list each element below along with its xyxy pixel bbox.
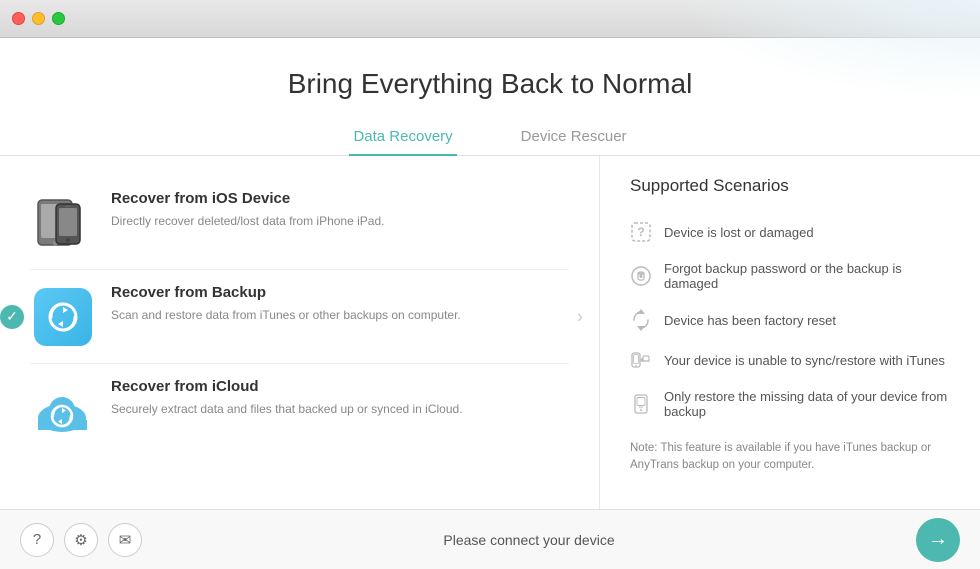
scenarios-title: Supported Scenarios — [630, 176, 950, 196]
option-backup[interactable]: ✓ Recover from Backup — [30, 270, 569, 364]
question-box-icon: ? — [630, 221, 652, 243]
tabs-container: Data Recovery Device Rescuer — [0, 120, 980, 156]
icloud-option-title: Recover from iCloud — [111, 378, 569, 395]
title-bar — [0, 0, 980, 38]
help-icon: ? — [33, 531, 41, 548]
icloud-icon — [30, 378, 95, 443]
selected-arrow: › — [577, 306, 583, 327]
body-section: Recover from iOS Device Directly recover… — [0, 156, 980, 509]
sync-icon — [630, 349, 652, 371]
minimize-button[interactable] — [32, 12, 45, 25]
option-icloud[interactable]: Recover from iCloud Securely extract dat… — [30, 364, 569, 457]
scenario-factory-text: Device has been factory reset — [664, 313, 836, 328]
tab-data-recovery[interactable]: Data Recovery — [349, 120, 456, 155]
lock-circle-icon — [630, 265, 652, 287]
scenario-lost-text: Device is lost or damaged — [664, 225, 814, 240]
reset-circle-icon — [630, 309, 652, 331]
right-panel: Supported Scenarios ? Device is lost or … — [600, 156, 980, 509]
backup-icon — [30, 284, 95, 349]
device-box-icon — [630, 393, 652, 415]
settings-button[interactable]: ⚙ — [64, 523, 98, 557]
footer-status: Please connect your device — [142, 532, 916, 548]
main-title: Bring Everything Back to Normal — [0, 68, 980, 100]
backup-option-text: Recover from Backup Scan and restore dat… — [111, 284, 569, 324]
footer: ? ⚙ ✉ Please connect your device → — [0, 509, 980, 569]
option-ios-device[interactable]: Recover from iOS Device Directly recover… — [30, 176, 569, 270]
scenario-backup-password: Forgot backup password or the backup is … — [630, 252, 950, 300]
ios-option-desc: Directly recover deleted/lost data from … — [111, 212, 569, 230]
ios-option-text: Recover from iOS Device Directly recover… — [111, 190, 569, 230]
next-button[interactable]: → — [916, 518, 960, 562]
backup-option-title: Recover from Backup — [111, 284, 569, 301]
scenarios-note: Note: This feature is available if you h… — [630, 440, 950, 475]
icloud-option-text: Recover from iCloud Securely extract dat… — [111, 378, 569, 418]
scenario-factory-reset: Device has been factory reset — [630, 300, 950, 340]
main-content: Bring Everything Back to Normal Data Rec… — [0, 38, 980, 509]
maximize-button[interactable] — [52, 12, 65, 25]
ios-device-icon — [30, 190, 95, 255]
close-button[interactable] — [12, 12, 25, 25]
svg-text:?: ? — [637, 225, 644, 239]
footer-icons: ? ⚙ ✉ — [20, 523, 142, 557]
selected-checkmark: ✓ — [0, 305, 24, 329]
mail-button[interactable]: ✉ — [108, 523, 142, 557]
settings-icon: ⚙ — [74, 531, 87, 549]
ios-option-title: Recover from iOS Device — [111, 190, 569, 207]
header-section: Bring Everything Back to Normal Data Rec… — [0, 38, 980, 156]
icloud-option-desc: Securely extract data and files that bac… — [111, 400, 569, 418]
scenario-backup-pwd-text: Forgot backup password or the backup is … — [664, 261, 950, 291]
scenario-missing-text: Only restore the missing data of your de… — [664, 389, 950, 419]
help-button[interactable]: ? — [20, 523, 54, 557]
left-panel: Recover from iOS Device Directly recover… — [0, 156, 600, 509]
scenario-missing-data: Only restore the missing data of your de… — [630, 380, 950, 428]
backup-option-desc: Scan and restore data from iTunes or oth… — [111, 306, 569, 324]
next-arrow-icon: → — [928, 528, 948, 551]
scenario-lost-damaged: ? Device is lost or damaged — [630, 212, 950, 252]
scenario-sync-text: Your device is unable to sync/restore wi… — [664, 353, 945, 368]
mail-icon: ✉ — [119, 531, 132, 549]
tab-device-rescuer[interactable]: Device Rescuer — [517, 120, 631, 155]
scenario-sync-restore: Your device is unable to sync/restore wi… — [630, 340, 950, 380]
